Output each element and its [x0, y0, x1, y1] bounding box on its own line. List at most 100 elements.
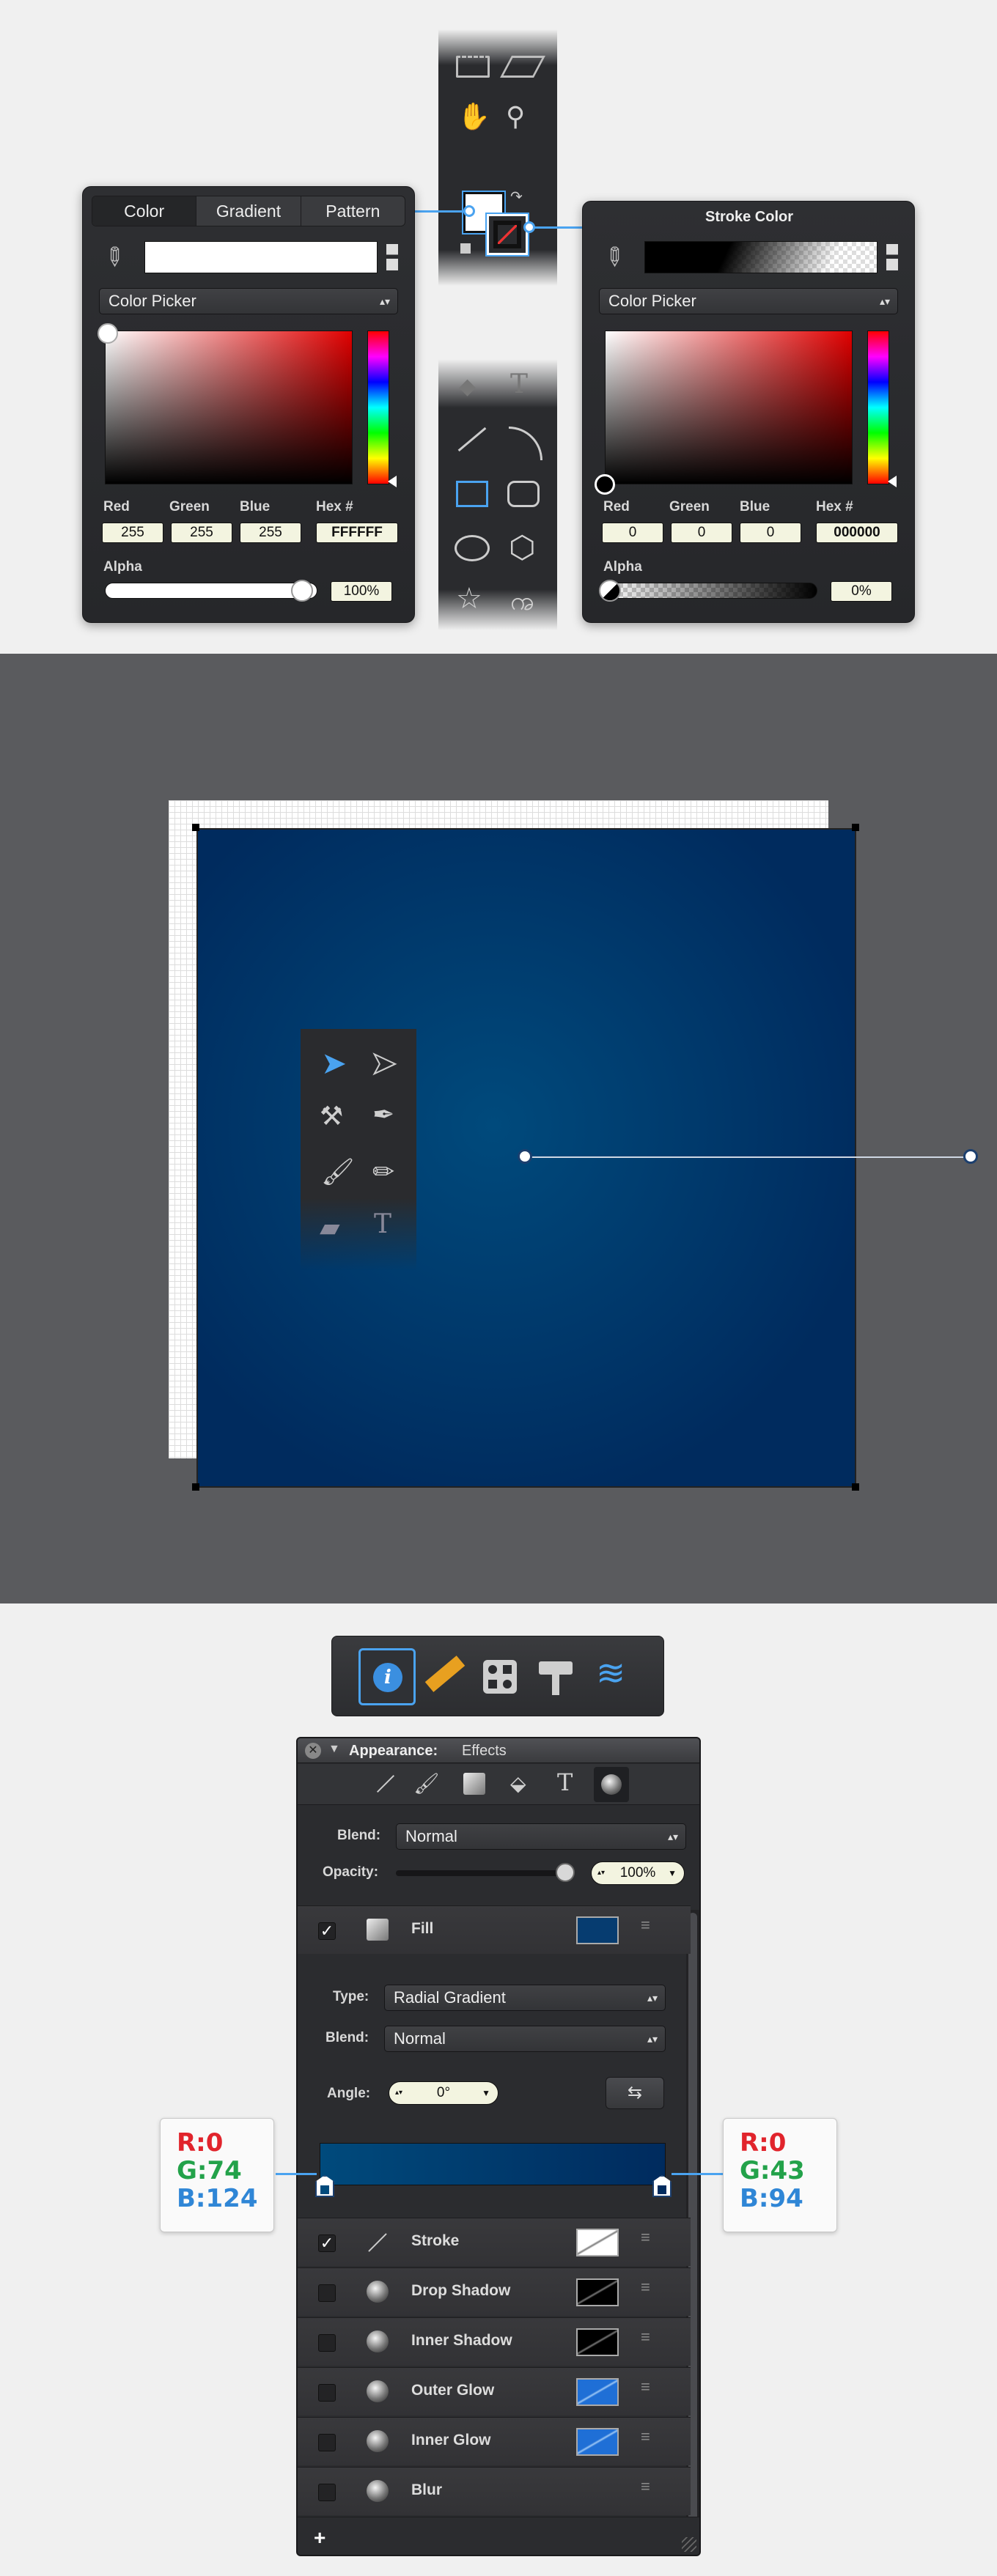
blur-checkbox[interactable]: [318, 2484, 336, 2501]
3d-icon[interactable]: ◆: [459, 374, 476, 399]
tab-color[interactable]: Color: [92, 196, 196, 226]
text-icon[interactable]: T: [374, 1209, 391, 1239]
fill-checkbox[interactable]: ✓: [318, 1922, 336, 1940]
selection-handle[interactable]: [192, 1483, 199, 1491]
tab-gradient[interactable]: Gradient: [196, 196, 300, 226]
swatch-toggle-icon[interactable]: [886, 244, 898, 270]
sv-handle[interactable]: [595, 474, 615, 495]
eraser-icon[interactable]: ▰: [320, 1212, 340, 1243]
brush-icon[interactable]: 🖌: [321, 1156, 355, 1187]
stroke-swatch[interactable]: [576, 2229, 619, 2256]
collapse-triangle-icon[interactable]: ▼: [328, 1743, 340, 1756]
row-handle-icon[interactable]: ≡: [641, 2279, 660, 2295]
skew-icon[interactable]: [500, 56, 545, 78]
hand-icon[interactable]: ✋: [457, 101, 490, 132]
inner-shadow-row[interactable]: Inner Shadow ≡: [298, 2317, 691, 2366]
green-field[interactable]: 255: [171, 523, 232, 543]
shapes-icon[interactable]: [483, 1660, 517, 1694]
stroke-picker-dropdown[interactable]: Color Picker ▴▾: [599, 288, 898, 314]
stroke-checkbox[interactable]: ✓: [318, 2234, 336, 2252]
stroke-row[interactable]: ✓ Stroke ≡: [298, 2218, 691, 2266]
crop-icon[interactable]: [456, 56, 490, 78]
rectangle-icon[interactable]: [456, 481, 488, 507]
inner-shadow-checkbox[interactable]: [318, 2334, 336, 2352]
saturation-value-field[interactable]: [105, 331, 353, 484]
resize-grip-icon[interactable]: [682, 2537, 696, 2552]
drop-shadow-swatch[interactable]: [576, 2278, 619, 2306]
selection-handle[interactable]: [852, 1483, 859, 1491]
blend-dropdown[interactable]: Normal ▴▾: [396, 1823, 686, 1850]
hue-slider[interactable]: [867, 331, 889, 484]
tab-pattern[interactable]: Pattern: [300, 196, 405, 226]
alpha-slider[interactable]: [605, 583, 817, 599]
hue-handle[interactable]: [888, 476, 897, 487]
default-colors-icon[interactable]: [460, 243, 471, 254]
eyedropper-icon[interactable]: ✎: [96, 240, 131, 275]
outer-glow-row[interactable]: Outer Glow ≡: [298, 2367, 691, 2416]
fill-blend-dropdown[interactable]: Normal ▴▾: [384, 2026, 666, 2052]
arc-icon[interactable]: [509, 427, 542, 460]
text-icon[interactable]: T: [510, 369, 528, 399]
selection-handle[interactable]: [852, 824, 859, 831]
hex-field[interactable]: 000000: [816, 523, 898, 543]
spiral-icon[interactable]: ꩠ: [510, 583, 534, 623]
swatch-toggle-icon[interactable]: [386, 244, 398, 270]
drop-shadow-checkbox[interactable]: [318, 2284, 336, 2302]
blue-field[interactable]: 255: [240, 523, 301, 543]
stepper-icon[interactable]: ▴▾: [597, 1862, 605, 1884]
swap-icon[interactable]: ↷: [510, 188, 523, 206]
chevron-down-icon[interactable]: ▼: [482, 2082, 490, 2104]
row-handle-icon[interactable]: ≡: [641, 2379, 660, 2395]
type-dropdown[interactable]: Radial Gradient ▴▾: [384, 1985, 666, 2011]
direct-select-icon[interactable]: ➤: [370, 1045, 397, 1081]
select-icon[interactable]: ➤: [321, 1045, 347, 1081]
text-icon[interactable]: T: [557, 1768, 573, 1796]
opacity-slider-knob[interactable]: [556, 1863, 575, 1882]
sv-handle[interactable]: [98, 323, 118, 344]
row-handle-icon[interactable]: ≡: [641, 2329, 660, 2345]
opacity-slider-track[interactable]: [396, 1870, 572, 1876]
eyedropper-icon[interactable]: ✎: [596, 240, 631, 275]
effects-icon[interactable]: [594, 1767, 629, 1802]
row-handle-icon[interactable]: ≡: [641, 2429, 660, 2445]
chevron-down-icon[interactable]: ▼: [668, 1862, 677, 1884]
style-brush-icon[interactable]: [539, 1661, 573, 1695]
drop-shadow-row[interactable]: Drop Shadow ≡: [298, 2267, 691, 2316]
fill-picker-dropdown[interactable]: Color Picker ▴▾: [99, 288, 398, 314]
gradient-center-handle[interactable]: [518, 1149, 532, 1164]
red-field[interactable]: 0: [602, 523, 663, 543]
hex-field[interactable]: FFFFFF: [316, 523, 398, 543]
alpha-field[interactable]: 0%: [831, 581, 892, 602]
hue-handle[interactable]: [388, 476, 397, 487]
zoom-icon[interactable]: ⚲: [506, 101, 525, 132]
alpha-handle[interactable]: [599, 580, 621, 602]
ruler-icon[interactable]: [424, 1656, 466, 1692]
polygon-icon[interactable]: ⬡: [509, 529, 536, 565]
inner-glow-row[interactable]: Inner Glow ≡: [298, 2417, 691, 2465]
green-field[interactable]: 0: [671, 523, 732, 543]
saturation-value-field[interactable]: [605, 331, 853, 484]
row-handle-icon[interactable]: ≡: [641, 2229, 660, 2245]
inner-glow-checkbox[interactable]: [318, 2434, 336, 2451]
fill-square-icon[interactable]: [463, 1773, 485, 1795]
row-handle-icon[interactable]: ≡: [641, 2479, 660, 2495]
stroke-swatch[interactable]: [485, 213, 529, 257]
hue-slider[interactable]: [367, 331, 389, 484]
blur-row[interactable]: Blur ≡: [298, 2467, 691, 2515]
fill-row[interactable]: ✓ Fill ≡: [298, 1905, 691, 1954]
pen-icon[interactable]: ✒: [372, 1099, 394, 1130]
stepper-icon[interactable]: ▴▾: [395, 2082, 402, 2104]
close-icon[interactable]: ✕: [305, 1743, 321, 1759]
gradient-preview-bar[interactable]: [320, 2143, 666, 2185]
fill-stroke-icon[interactable]: ↷: [460, 189, 529, 258]
angle-field[interactable]: ▴▾ 0° ▼: [389, 2081, 498, 2105]
knife-icon[interactable]: ⚒: [320, 1101, 343, 1132]
blue-field[interactable]: 0: [740, 523, 801, 543]
pencil-icon[interactable]: ✏: [372, 1156, 394, 1187]
line-icon[interactable]: [457, 427, 487, 452]
alpha-field[interactable]: 100%: [331, 581, 392, 602]
alpha-slider[interactable]: [105, 583, 317, 599]
reverse-gradient-button[interactable]: ⇆: [606, 2077, 664, 2109]
rounded-rectangle-icon[interactable]: [507, 481, 540, 507]
eraser-icon[interactable]: ⬙: [510, 1771, 526, 1796]
